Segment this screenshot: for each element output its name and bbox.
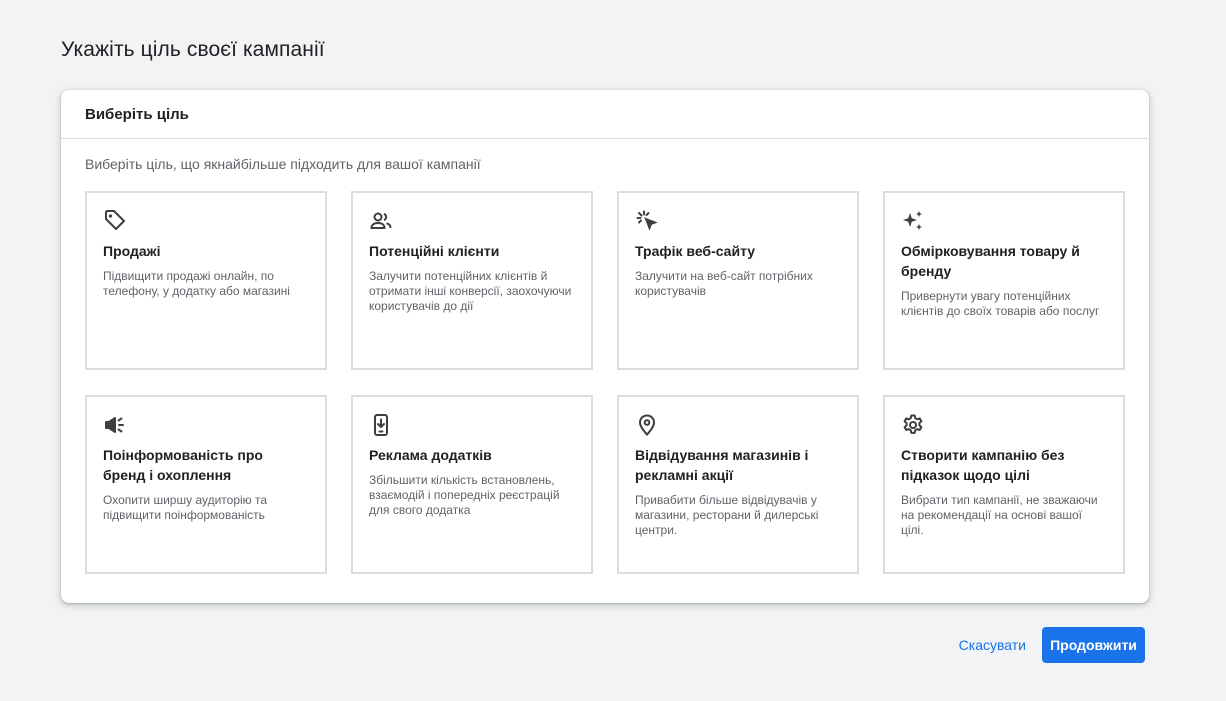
goal-description: Вибрати тип кампанії, не зважаючи на рек… — [901, 493, 1098, 537]
page-title: Укажіть ціль своєї кампанії — [61, 38, 325, 61]
footer-actions: Скасувати Продовжити — [959, 627, 1145, 663]
goal-tile-no-guidance[interactable]: Створити кампанію без підказок щодо цілі… — [883, 395, 1125, 574]
goal-description: Збільшити кількість встановлень, взаємод… — [369, 473, 560, 517]
goal-description: Залучити на веб-сайт потрібних користува… — [635, 269, 813, 298]
megaphone-icon — [103, 413, 127, 437]
goal-tile-website-traffic[interactable]: Трафік веб-сайту Залучити на веб-сайт по… — [617, 191, 859, 370]
sparkle-icon — [901, 209, 925, 233]
goal-description: Привернути увагу потенційних клієнтів до… — [901, 289, 1100, 318]
goal-description: Охопити ширшу аудиторію та підвищити поі… — [103, 493, 268, 522]
goal-title: Обмірковування товару й бренду — [901, 243, 1080, 279]
goal-title: Трафік веб-сайту — [635, 243, 756, 259]
people-icon — [369, 209, 393, 233]
goal-title: Реклама додатків — [369, 447, 492, 463]
goal-description: Залучити потенційних клієнтів й отримати… — [369, 269, 572, 313]
gear-icon — [901, 413, 925, 437]
goal-tile-sales[interactable]: Продажі Підвищити продажі онлайн, по тел… — [85, 191, 327, 370]
goals-grid: Продажі Підвищити продажі онлайн, по тел… — [85, 191, 1125, 574]
goal-tile-app-promotion[interactable]: Реклама додатків Збільшити кількість вст… — [351, 395, 593, 574]
phone-download-icon — [369, 413, 393, 437]
goal-tile-local-store-visits[interactable]: Відвідування магазинів і рекламні акції … — [617, 395, 859, 574]
goal-title: Потенційні клієнти — [369, 243, 500, 259]
goal-tile-brand-awareness-reach[interactable]: Поінформованість про бренд і охоплення О… — [85, 395, 327, 574]
card-subtitle: Виберіть ціль, що якнайбільше підходить … — [85, 156, 481, 172]
goal-title: Продажі — [103, 243, 161, 259]
continue-button[interactable]: Продовжити — [1042, 627, 1145, 663]
tag-icon — [103, 209, 127, 233]
goal-title: Відвідування магазинів і рекламні акції — [635, 447, 809, 483]
goal-title: Поінформованість про бренд і охоплення — [103, 447, 263, 483]
location-pin-icon — [635, 413, 659, 437]
goal-title: Створити кампанію без підказок щодо цілі — [901, 447, 1065, 483]
goal-description: Привабити більше відвідувачів у магазини… — [635, 493, 819, 537]
goal-tile-leads[interactable]: Потенційні клієнти Залучити потенційних … — [351, 191, 593, 370]
goal-tile-product-brand-consideration[interactable]: Обмірковування товару й бренду Привернут… — [883, 191, 1125, 370]
click-cursor-icon — [635, 209, 659, 233]
cancel-button[interactable]: Скасувати — [959, 629, 1026, 661]
card-header: Виберіть ціль — [61, 90, 1149, 139]
goal-selection-card: Виберіть ціль Виберіть ціль, що якнайбіл… — [61, 90, 1149, 603]
goal-description: Підвищити продажі онлайн, по телефону, у… — [103, 269, 290, 298]
